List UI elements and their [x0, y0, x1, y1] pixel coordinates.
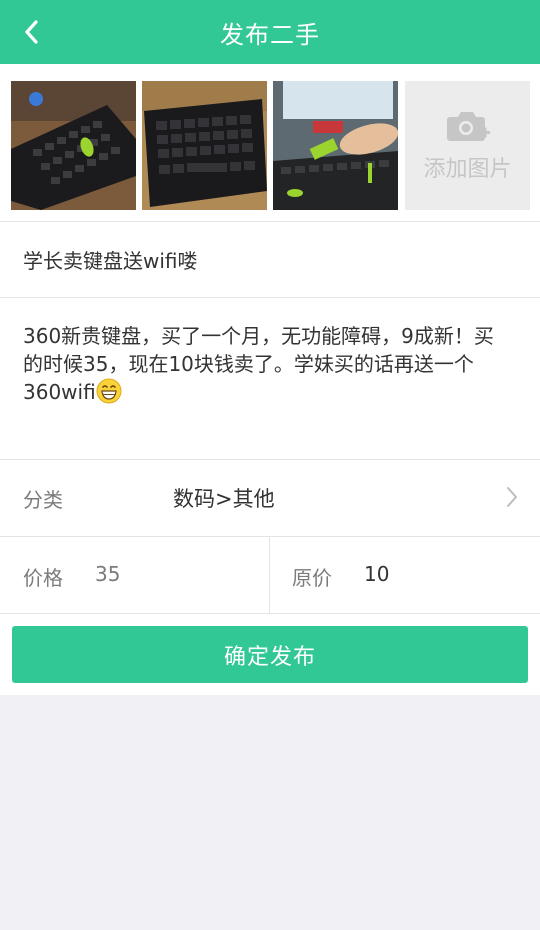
submit-area: 确定发布 — [0, 614, 540, 695]
add-photo-button[interactable]: 添加图片 — [405, 81, 530, 210]
photo-strip: 添加图片 — [0, 64, 540, 222]
price-row: 价格 35 原价 10 — [0, 537, 540, 614]
keyboard-photo-1[interactable] — [11, 81, 136, 210]
listing-title-field[interactable]: 学长卖键盘送wifi喽 — [0, 222, 540, 298]
back-button[interactable] — [14, 14, 50, 50]
keyboard-photo-2[interactable] — [142, 81, 267, 210]
add-photo-label: 添加图片 — [423, 156, 512, 182]
grinning-face-icon — [96, 378, 122, 404]
chevron-right-icon — [507, 487, 517, 507]
camera-plus-icon — [446, 111, 490, 141]
price-divider — [269, 537, 270, 613]
keyboard-photo-3[interactable] — [273, 81, 398, 210]
chevron-left-icon — [25, 20, 38, 44]
top-bar: 发布二手 — [0, 0, 540, 64]
publish-button[interactable]: 确定发布 — [12, 626, 528, 683]
original-price-input[interactable]: 10 — [364, 562, 389, 586]
original-price-label: 原价 — [292, 566, 332, 590]
price-input[interactable]: 35 — [95, 562, 120, 586]
description-field[interactable]: 360新贵键盘，买了一个月，无功能障碍，9成新！买的时候35，现在10块钱卖了。… — [0, 298, 540, 460]
page-title: 发布二手 — [220, 20, 320, 49]
description-text: 360新贵键盘，买了一个月，无功能障碍，9成新！买的时候35，现在10块钱卖了。… — [23, 324, 494, 404]
category-label: 分类 — [23, 488, 63, 512]
price-label: 价格 — [23, 566, 63, 590]
category-selector[interactable]: 分类 数码>其他 — [0, 460, 540, 537]
category-value: 数码>其他 — [173, 487, 275, 511]
listing-title-text: 学长卖键盘送wifi喽 — [23, 249, 198, 273]
